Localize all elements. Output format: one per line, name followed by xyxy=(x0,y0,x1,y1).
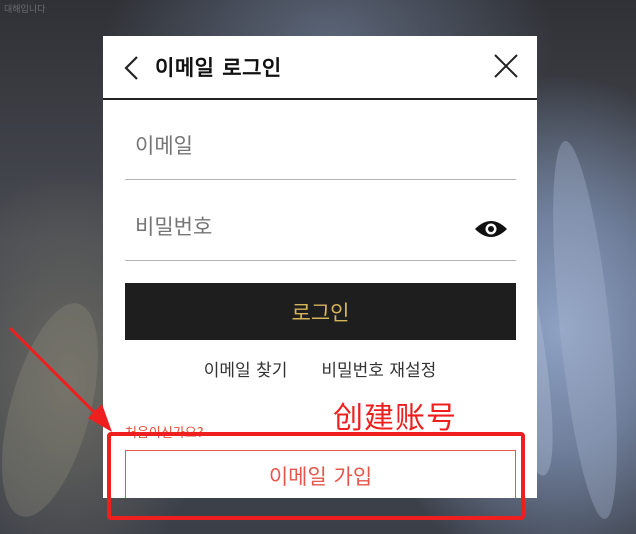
annotation-arrow-icon xyxy=(8,326,112,432)
